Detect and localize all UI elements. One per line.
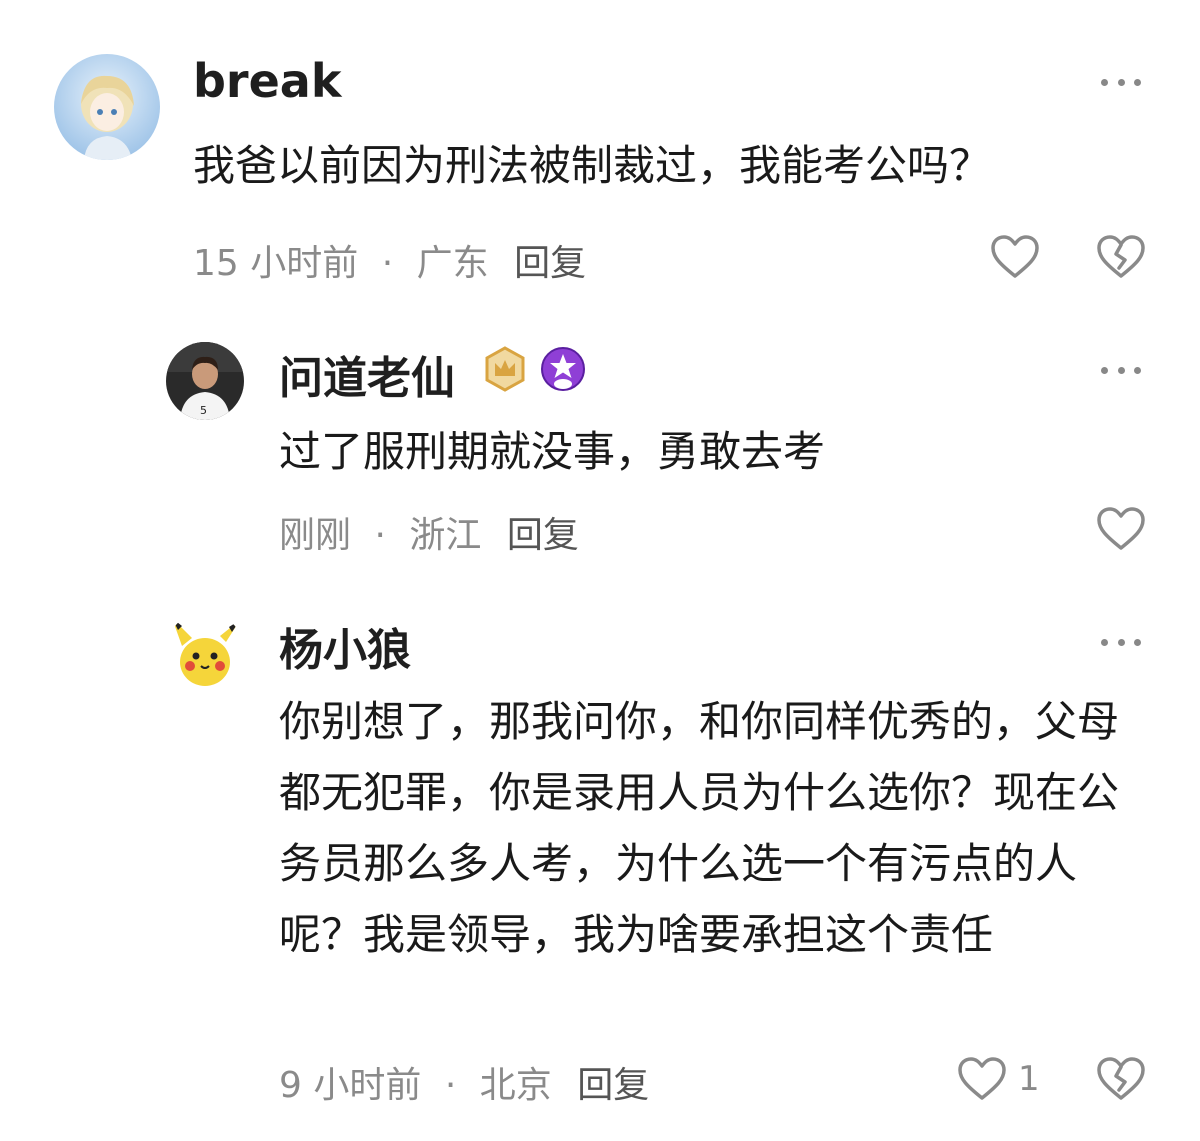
meta-separator: · (374, 515, 386, 556)
meta-separator: · (444, 1065, 457, 1106)
heart-icon (991, 235, 1039, 278)
more-options-button[interactable] (1101, 364, 1141, 376)
heart-icon (958, 1057, 1006, 1100)
meta-separator: · (381, 243, 394, 284)
comment-content: 过了服刑期就没事，勇敢去考 (279, 427, 826, 476)
comment-time: 15 小时前 (193, 243, 359, 284)
reply-button[interactable]: 回复 (577, 1065, 649, 1106)
reply-button[interactable]: 回复 (507, 515, 579, 556)
avatar[interactable] (166, 612, 244, 690)
comment-username[interactable]: 杨小狼 (279, 614, 411, 678)
like-button[interactable] (957, 1056, 1007, 1102)
svg-text:5: 5 (200, 404, 207, 417)
comment-time: 9 小时前 (279, 1065, 422, 1106)
comment-location: 广东 (416, 243, 489, 284)
avatar[interactable] (54, 54, 160, 160)
broken-heart-icon (1097, 235, 1145, 278)
anime-girl-avatar-icon (54, 54, 160, 160)
like-button[interactable] (990, 234, 1040, 280)
football-player-avatar-icon: 5 (166, 342, 244, 420)
reply-button[interactable]: 回复 (514, 243, 586, 284)
more-options-button[interactable] (1101, 636, 1141, 648)
comment-meta: 15 小时前 · 广东 回复 (193, 234, 586, 286)
comment-content: 你别想了，那我问你，和你同样优秀的，父母都无犯罪，你是录用人员为什么选你？现在公… (279, 697, 1120, 959)
comment-location: 浙江 (409, 515, 482, 556)
dislike-button[interactable] (1096, 1056, 1146, 1102)
gold-crown-badge-icon (482, 346, 528, 396)
comment-time: 刚刚 (279, 515, 352, 556)
more-options-button[interactable] (1101, 76, 1141, 88)
like-count: 1 (1018, 1059, 1040, 1099)
pikachu-avatar-icon (166, 612, 244, 690)
purple-star-badge-icon (540, 346, 586, 396)
dislike-button[interactable] (1096, 234, 1146, 280)
comment-username[interactable]: break (193, 54, 341, 108)
heart-icon (1097, 507, 1145, 550)
broken-heart-icon (1097, 1057, 1145, 1100)
comment-meta: 刚刚 · 浙江 回复 (279, 506, 579, 558)
comment-username[interactable]: 问道老仙 (279, 342, 455, 406)
comment-content: 我爸以前因为刑法被制裁过，我能考公吗？ (193, 141, 992, 190)
like-button[interactable] (1096, 506, 1146, 552)
avatar[interactable]: 5 (166, 342, 244, 420)
comment-meta: 9 小时前 · 北京 回复 (279, 1056, 649, 1108)
comment-location: 北京 (479, 1065, 552, 1106)
